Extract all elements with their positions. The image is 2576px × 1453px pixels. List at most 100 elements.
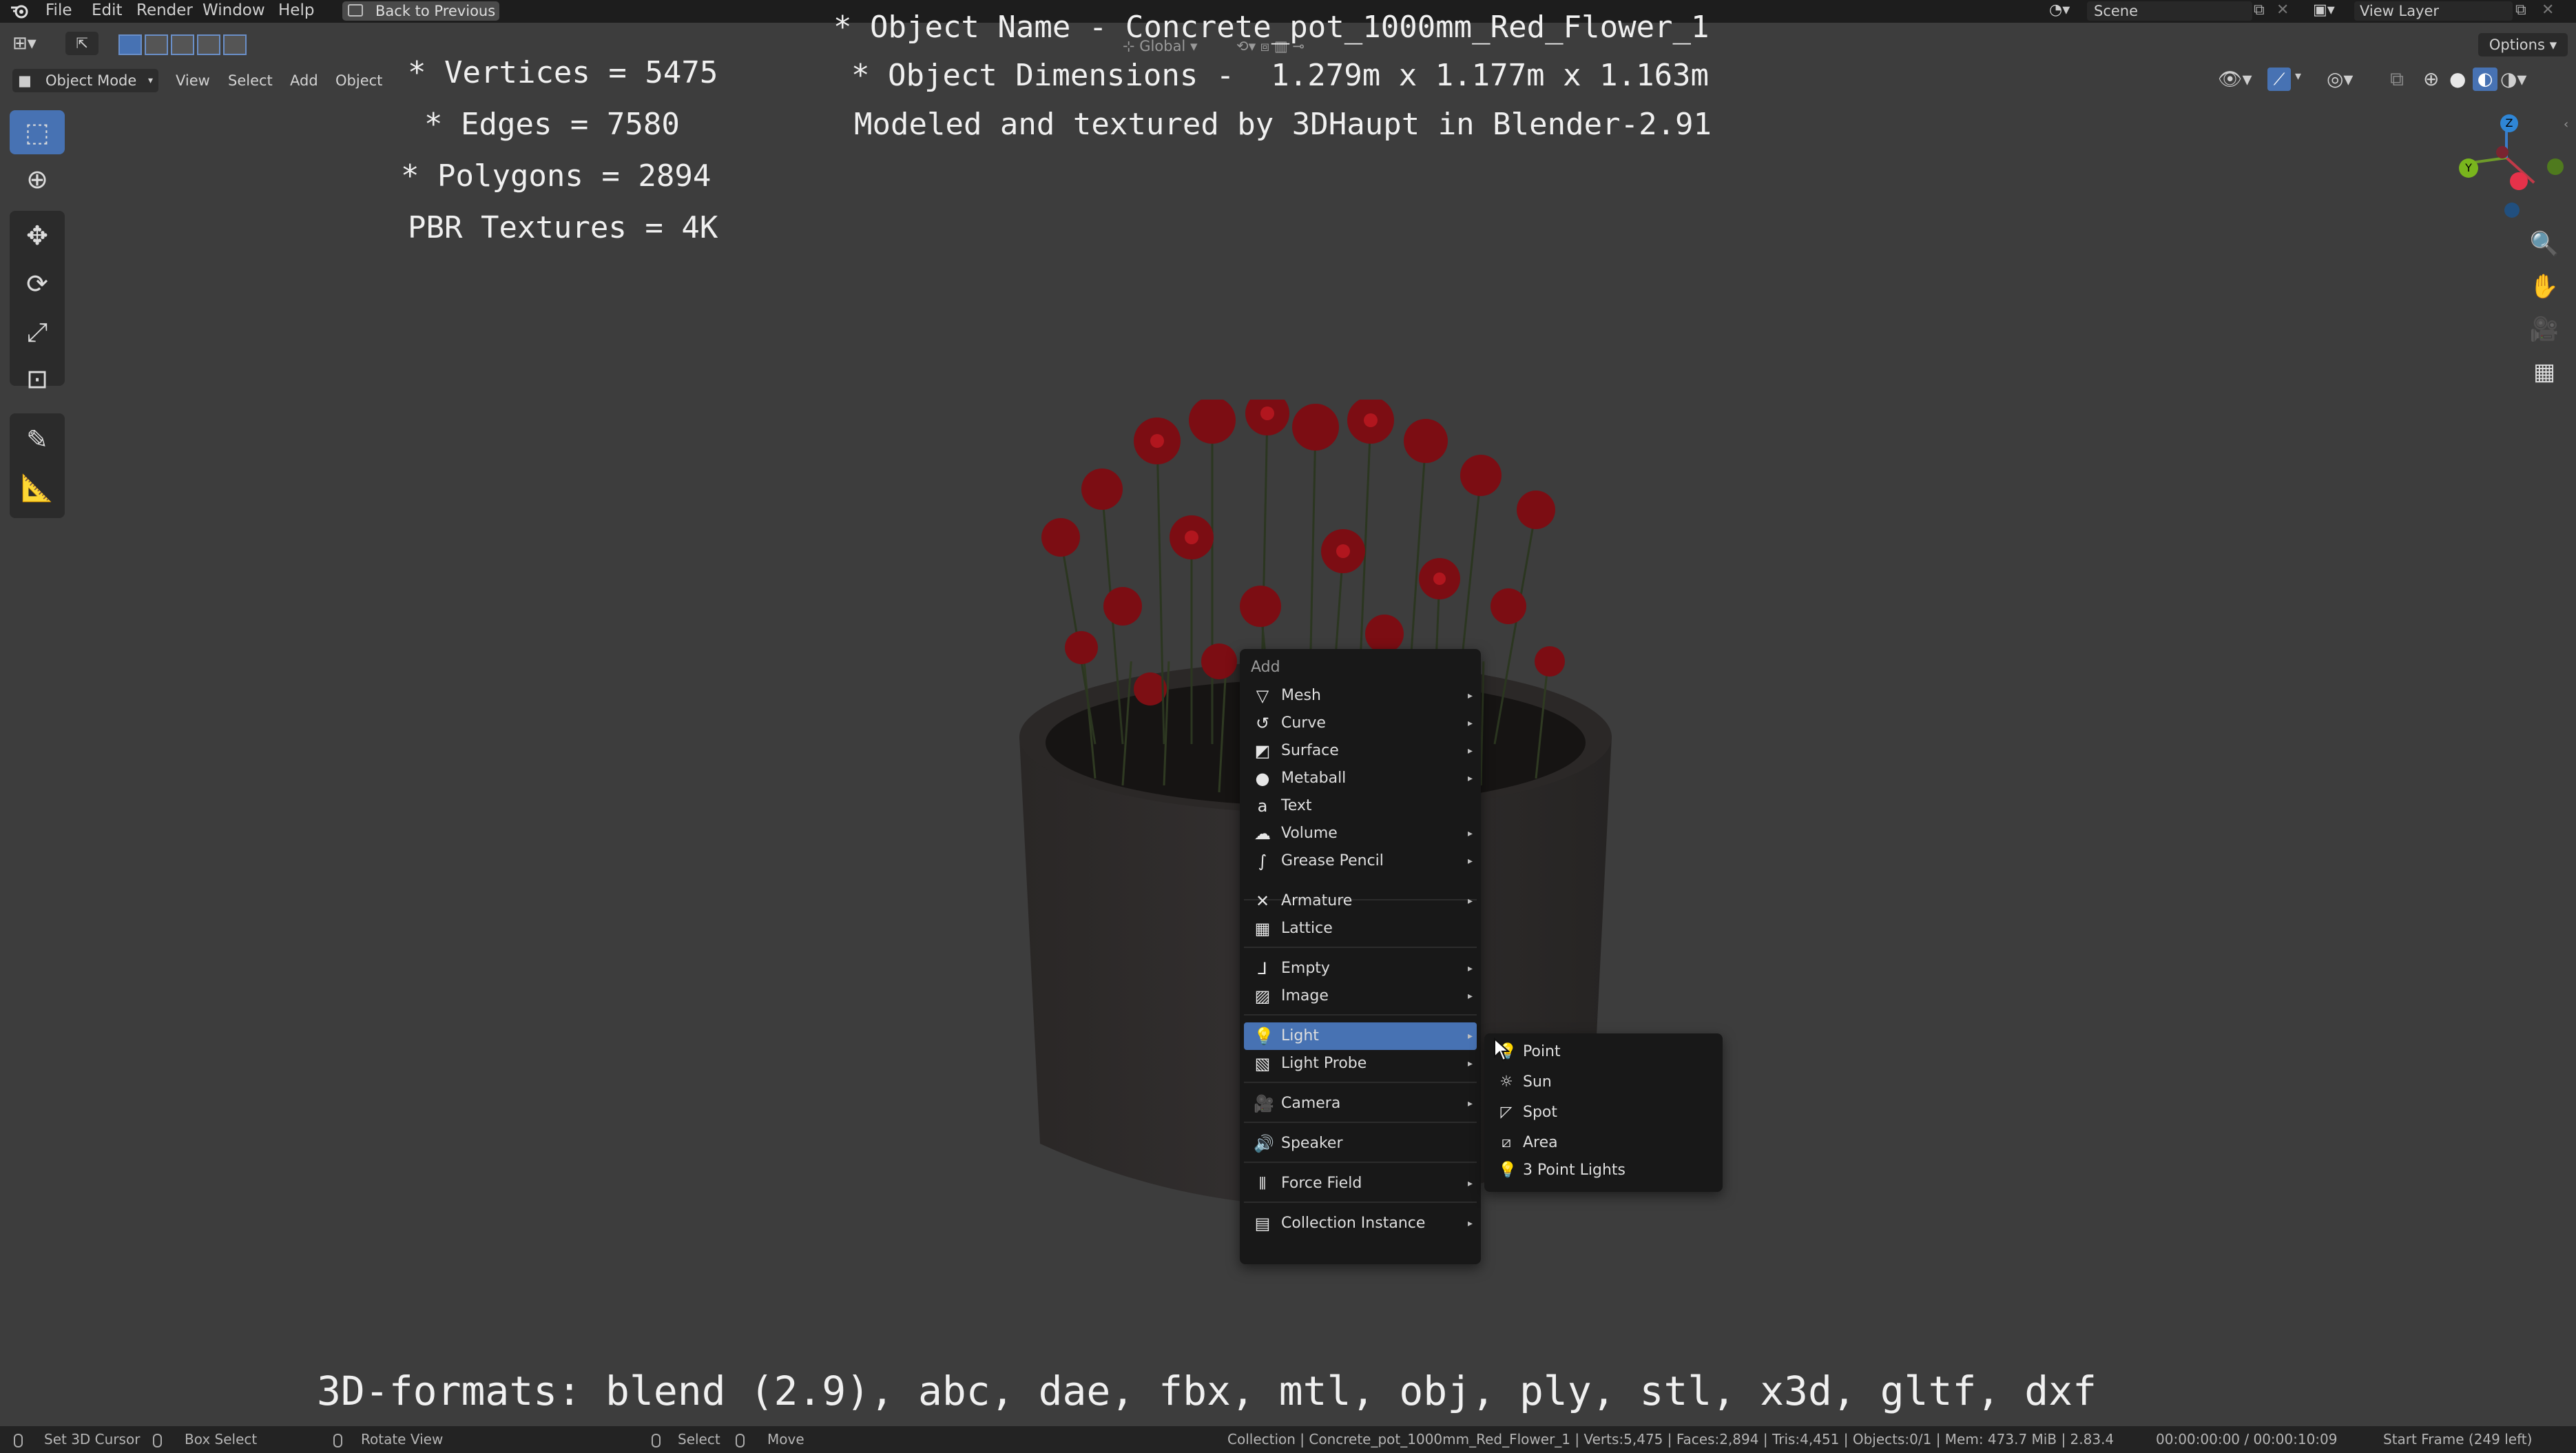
move-tool-icon[interactable]: ✥ (10, 214, 65, 258)
options-dropdown[interactable]: Options ▾ (2478, 33, 2568, 56)
menu-item-light[interactable]: 💡 Light ▸ (1244, 1022, 1477, 1050)
view-layer-selector[interactable]: View Layer (2354, 1, 2513, 21)
menu-item-label: Lattice (1281, 920, 1333, 937)
submenu-arrow-icon: ▸ (1467, 896, 1473, 907)
overlays-icon[interactable]: ◎▾ (2327, 68, 2354, 90)
credit-text: Modeled and textured by 3DHaupt in Blend… (854, 107, 1712, 142)
scene-copy-icon[interactable]: ⧉ (2254, 1, 2265, 19)
menu-item-image[interactable]: ▨ Image ▸ (1244, 982, 1477, 1010)
view-layer-copy-icon[interactable]: ⧉ (2515, 1, 2526, 19)
menu-item-camera[interactable]: 🎥 Camera ▸ (1244, 1090, 1477, 1117)
gizmo-x-icon[interactable] (2510, 172, 2528, 190)
menu-item-collection-instance[interactable]: ▤ Collection Instance ▸ (1244, 1210, 1477, 1237)
select-box-tool-icon[interactable]: ⬚ (10, 110, 65, 154)
menu-window[interactable]: Window (202, 0, 265, 23)
zoom-view-icon[interactable]: 🔍 (2520, 225, 2569, 263)
rendered-shading-icon[interactable]: ◑▾ (2500, 68, 2527, 90)
menu-help[interactable]: Help (278, 0, 314, 23)
camera-view-icon[interactable]: 🎥 (2520, 310, 2569, 349)
rotate-tool-icon[interactable]: ⟳ (10, 262, 65, 306)
perspective-toggle-icon[interactable]: ▦ (2520, 353, 2569, 391)
edges-text: * Edges = 7580 (424, 107, 680, 142)
menu-edit[interactable]: Edit (92, 0, 123, 23)
gizmo-toggle-icon[interactable]: ⟋ (2267, 68, 2291, 91)
menu-render[interactable]: Render (136, 0, 193, 23)
submenu-arrow-icon: ▸ (1467, 963, 1473, 974)
select-mode-extend-icon[interactable] (145, 34, 168, 55)
menu-item-force-field[interactable]: ⦀ Force Field ▸ (1244, 1170, 1477, 1197)
material-preview-shading-icon[interactable]: ◐ (2473, 68, 2497, 91)
submenu-arrow-icon: ▸ (1467, 991, 1473, 1002)
sun-light-icon: ☼ (1499, 1073, 1513, 1091)
scene-selector[interactable]: Scene (2087, 1, 2252, 21)
select-mode-subtract-icon[interactable] (171, 34, 194, 55)
gizmo-z-icon[interactable]: Z (2500, 114, 2518, 132)
submenu-arrow-icon: ▸ (1467, 773, 1473, 784)
menu-item-lattice[interactable]: ▦ Lattice (1244, 915, 1477, 942)
editor-type-icon[interactable]: ⊞▾ (12, 33, 37, 54)
object-visibility-icon[interactable]: 👁▾ (2218, 68, 2252, 90)
menu-item-metaball[interactable]: ● Metaball ▸ (1244, 765, 1477, 792)
cursor-tool-icon[interactable]: ⊕ (10, 157, 65, 201)
submenu-item-sun[interactable]: ☼ Sun (1488, 1068, 1718, 1097)
menu-item-mesh[interactable]: ▽ Mesh ▸ (1244, 682, 1477, 710)
submenu-item-label: Area (1523, 1134, 1558, 1151)
select-tool-icon[interactable]: ⇱ (65, 32, 98, 55)
object-mode-dropdown[interactable]: ■ Object Mode ▾ (12, 69, 158, 92)
submenu-item-area[interactable]: ⧄ Area (1488, 1129, 1718, 1157)
solid-shading-icon[interactable]: ● (2449, 68, 2466, 90)
status-start-frame: Start Frame (249 left) (2383, 1431, 2533, 1447)
xray-icon[interactable]: ⧉ (2390, 68, 2404, 91)
menu-item-volume[interactable]: ☁ Volume ▸ (1244, 820, 1477, 847)
header-menu-add[interactable]: Add (290, 69, 318, 92)
menu-item-grease-pencil[interactable]: ∫ Grease Pencil ▸ (1244, 847, 1477, 875)
status-rotate-view: Rotate View (361, 1431, 444, 1447)
mouse-left-icon (652, 1426, 661, 1453)
submenu-item-point[interactable]: 💡Point (1488, 1038, 1718, 1066)
scene-icon[interactable]: ◔▾ (2049, 1, 2070, 19)
header-menu-object[interactable]: Object (335, 69, 382, 92)
menu-item-surface[interactable]: ◩ Surface ▸ (1244, 737, 1477, 765)
transform-tool-icon[interactable]: ⊡ (10, 357, 65, 401)
menu-item-text[interactable]: a Text (1244, 792, 1477, 820)
submenu-arrow-icon: ▸ (1467, 1031, 1473, 1042)
object-mode-label: Object Mode (45, 72, 137, 89)
image-icon: ▨ (1254, 987, 1271, 1006)
menu-file[interactable]: File (45, 0, 72, 23)
menu-item-label: Light Probe (1281, 1055, 1367, 1072)
annotate-tool-icon[interactable]: ✎ (10, 418, 65, 462)
submenu-item-spot[interactable]: ◸ Spot (1488, 1098, 1718, 1127)
gizmo-neg-y-icon[interactable] (2547, 158, 2564, 175)
chevron-down-icon[interactable]: ▾ (2295, 69, 2301, 83)
gizmo-y-icon[interactable]: Y (2459, 158, 2478, 178)
scale-tool-icon[interactable]: ⤢ (10, 310, 65, 354)
header-menu-view[interactable]: View (176, 69, 210, 92)
navigation-gizmo[interactable]: Z Y (2438, 110, 2569, 220)
back-to-previous-button[interactable]: Back to Previous (342, 1, 499, 21)
menu-item-empty[interactable]: ⅃ Empty ▸ (1244, 955, 1477, 982)
select-mode-intersect-icon[interactable] (223, 34, 247, 55)
blender-logo-icon[interactable] (10, 2, 30, 20)
measure-tool-icon[interactable]: 📐 (10, 466, 65, 510)
light-icon: 💡 (1254, 1027, 1274, 1046)
pan-view-icon[interactable]: ✋ (2520, 267, 2569, 306)
scene-close-icon[interactable]: ✕ (2276, 1, 2289, 19)
wireframe-shading-icon[interactable]: ⊕ (2423, 68, 2439, 90)
menu-item-armature[interactable]: ✕ Armature ▸ (1244, 887, 1477, 915)
submenu-item-3-point-lights[interactable]: 💡 3 Point Lights (1488, 1156, 1718, 1185)
view-layer-icon[interactable]: ▣▾ (2313, 1, 2335, 19)
header-menu-select[interactable]: Select (228, 69, 273, 92)
menu-item-curve[interactable]: ↺ Curve ▸ (1244, 710, 1477, 737)
view-layer-close-icon[interactable]: ✕ (2542, 1, 2554, 19)
gizmo-neg-z-icon[interactable] (2504, 203, 2520, 218)
text-icon: a (1257, 796, 1268, 816)
select-mode-new-icon[interactable] (118, 34, 142, 55)
menu-item-speaker[interactable]: 🔊 Speaker (1244, 1130, 1477, 1157)
submenu-item-label: Spot (1523, 1104, 1558, 1121)
submenu-arrow-icon: ▸ (1467, 745, 1473, 756)
gizmo-neg-x-icon[interactable] (2496, 146, 2509, 158)
submenu-arrow-icon: ▸ (1467, 1178, 1473, 1189)
menu-item-light-probe[interactable]: ▧ Light Probe ▸ (1244, 1050, 1477, 1078)
menu-item-label: Speaker (1281, 1135, 1343, 1152)
select-mode-difference-icon[interactable] (197, 34, 220, 55)
